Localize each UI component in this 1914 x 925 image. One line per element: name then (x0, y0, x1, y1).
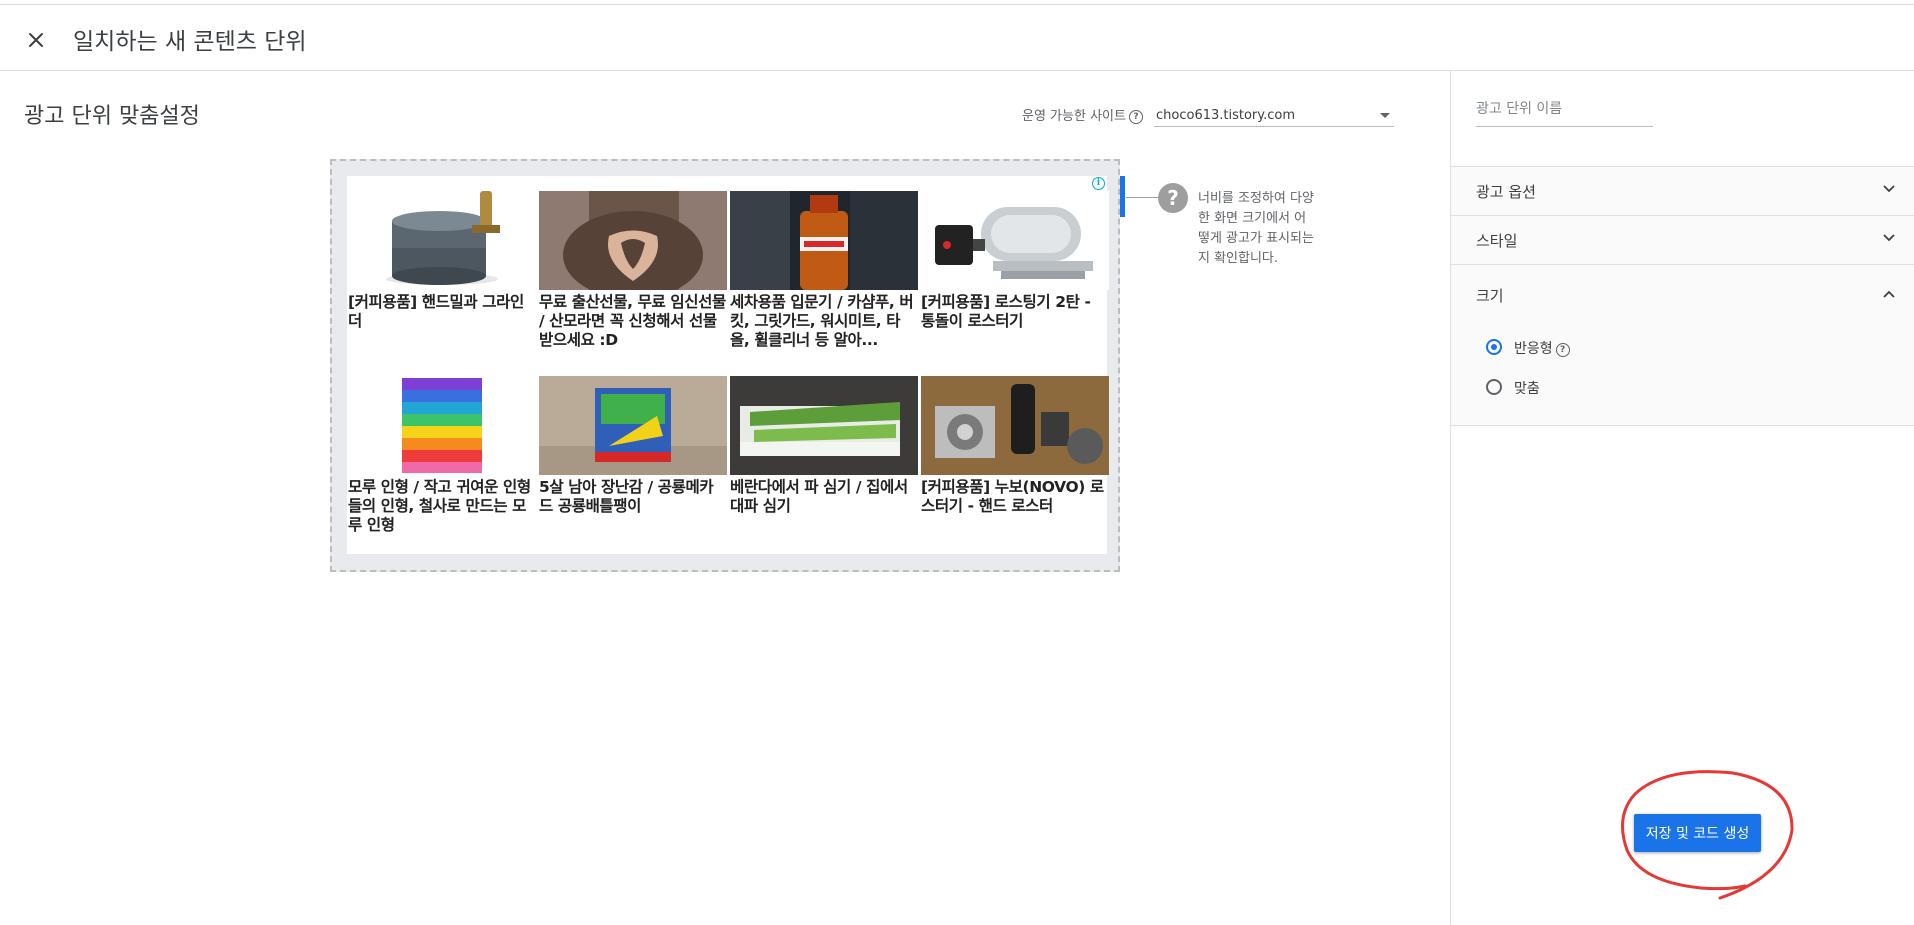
help-icon[interactable]: ? (1128, 110, 1143, 124)
green-onions-image (730, 376, 918, 475)
chevron-up-icon (1883, 290, 1895, 298)
coffee-grinder-image (348, 191, 536, 290)
ad-card-title: 무료 출산선물, 무료 임신선물 / 산모라면 꼭 신청해서 선물 받으세요 :… (539, 293, 726, 349)
ad-thumbnail (921, 376, 1109, 475)
ad-card[interactable]: 모루 인형 / 작고 귀여운 인형들의 인형, 철사로 만드는 모루 인형 (348, 361, 536, 546)
ad-card[interactable]: 무료 출산선물, 무료 임신선물 / 산모라면 꼭 신청해서 선물 받으세요 :… (539, 176, 727, 361)
ad-thumbnail (730, 376, 918, 475)
ad-unit-name-input[interactable] (1476, 95, 1653, 123)
coffee-roaster-image (921, 191, 1109, 290)
ad-preview: i [커피용품] 핸드밀과 그라인더 무료 출산선물, 무료 임신선물 / 산모… (347, 176, 1109, 554)
ad-card[interactable]: [커피용품] 핸드밀과 그라인더 (348, 176, 536, 361)
pipe-cleaners-image (348, 376, 536, 475)
ad-thumbnail (539, 191, 727, 290)
ad-card-title: 모루 인형 / 작고 귀여운 인형들의 인형, 철사로 만드는 모루 인형 (348, 478, 531, 534)
panel-size: 크기 반응형? 맞춤 (1451, 264, 1914, 426)
radio-label: 맞춤 (1514, 381, 1540, 397)
ad-unit-name-field[interactable] (1476, 95, 1653, 127)
ad-preview-frame: i [커피용품] 핸드밀과 그라인더 무료 출산선물, 무료 임신선물 / 산모… (330, 159, 1120, 572)
ad-card-title: [커피용품] 로스팅기 2탄 - 통돌이 로스터기 (921, 293, 1091, 330)
car-wash-bottle-image (730, 191, 918, 290)
ad-card[interactable]: 5살 남아 장난감 / 공룡메카드 공룡배틀팽이 (539, 361, 727, 546)
ad-thumbnail (921, 191, 1109, 290)
dropdown-arrow-icon (1380, 113, 1390, 118)
radio-label: 반응형? (1514, 338, 1570, 358)
site-label-text: 운영 가능한 사이트 (1022, 109, 1126, 124)
close-button[interactable] (22, 26, 50, 54)
ad-thumbnail (730, 191, 918, 290)
chevron-down-icon (1883, 185, 1895, 193)
dialog-title: 일치하는 새 콘텐츠 단위 (73, 29, 307, 55)
site-select[interactable]: choco613.tistory.com (1154, 102, 1394, 127)
ad-card[interactable]: 세차용품 입문기 / 카샴푸, 버킷, 그릿가드, 워시미트, 타올, 휠클리너… (730, 176, 918, 361)
site-label: 운영 가능한 사이트? (1022, 105, 1143, 124)
radio-button[interactable] (1486, 339, 1502, 355)
close-icon (29, 33, 43, 47)
ad-card[interactable]: [커피용품] 로스팅기 2탄 - 통돌이 로스터기 (921, 176, 1109, 361)
hand-roaster-image (921, 376, 1109, 475)
site-select-value: choco613.tistory.com (1156, 108, 1296, 123)
settings-sidebar: 광고 옵션 스타일 크기 반응형? 맞춤 (1450, 71, 1914, 925)
dialog-header: 일치하는 새 콘텐츠 단위 (0, 5, 1914, 71)
ad-thumbnail (348, 376, 536, 475)
help-icon[interactable]: ? (1555, 343, 1570, 357)
ad-card-title: [커피용품] 핸드밀과 그라인더 (348, 293, 524, 330)
ad-card[interactable]: 베란다에서 파 심기 / 집에서 대파 심기 (730, 361, 918, 546)
resize-tip-text: 너비를 조정하여 다양한 화면 크기에서 어떻게 광고가 표시되는지 확인합니다… (1198, 191, 1314, 266)
panel-style[interactable]: 스타일 (1451, 215, 1914, 264)
radio-button[interactable] (1486, 379, 1502, 395)
panel-ad-options[interactable]: 광고 옵션 (1451, 166, 1914, 215)
main-area: 광고 단위 맞춤설정 운영 가능한 사이트? choco613.tistory.… (0, 71, 1450, 925)
ad-thumbnail (539, 376, 727, 475)
radio-label-text: 반응형 (1514, 341, 1553, 357)
panel-label: 광고 옵션 (1476, 183, 1536, 201)
toy-box-image (539, 376, 727, 475)
panel-label: 크기 (1476, 287, 1504, 305)
panel-label: 스타일 (1476, 232, 1518, 250)
ad-card-title: 세차용품 입문기 / 카샴푸, 버킷, 그릿가드, 워시미트, 타올, 휠클리너… (730, 293, 914, 349)
chevron-down-icon (1883, 234, 1895, 242)
ad-card-title: [커피용품] 누보(NOVO) 로스터기 - 핸드 로스터 (921, 478, 1104, 515)
question-icon: ? (1158, 183, 1188, 213)
ad-card[interactable]: [커피용품] 누보(NOVO) 로스터기 - 핸드 로스터 (921, 361, 1109, 546)
tip-connector (1126, 197, 1158, 198)
panel-size-header[interactable]: 크기 (1451, 265, 1914, 321)
pregnancy-hands-image (539, 191, 727, 290)
width-resize-handle[interactable] (1120, 176, 1125, 217)
section-title: 광고 단위 맞춤설정 (24, 104, 200, 129)
ad-card-title: 5살 남아 장난감 / 공룡메카드 공룡배틀팽이 (539, 478, 714, 515)
ad-card-title: 베란다에서 파 심기 / 집에서 대파 심기 (730, 478, 908, 515)
save-and-generate-code-button[interactable]: 저장 및 코드 생성 (1634, 814, 1761, 852)
ad-thumbnail (348, 191, 536, 290)
